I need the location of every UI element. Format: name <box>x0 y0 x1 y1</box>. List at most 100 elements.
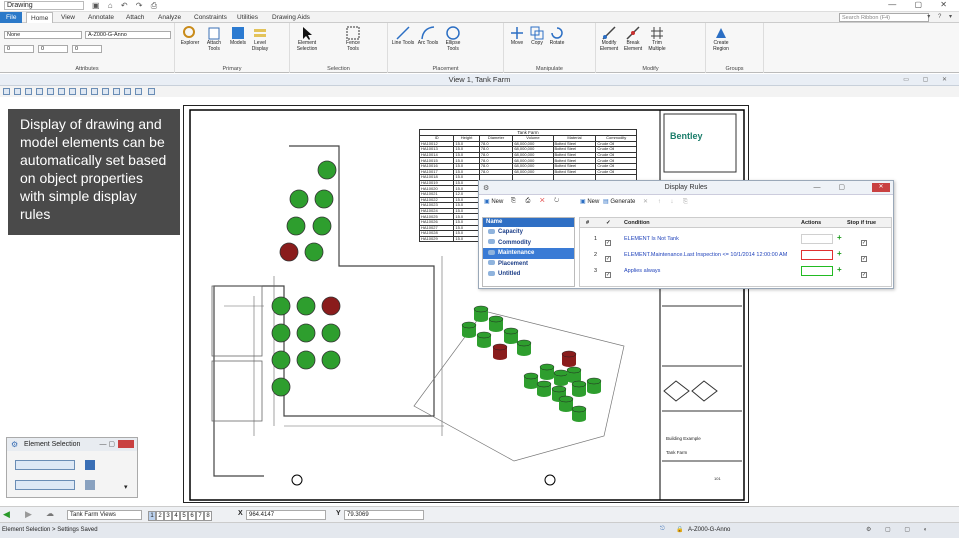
iso-tank[interactable] <box>566 366 582 383</box>
quick-access-toolbar[interactable]: ▣ ⌂ ↶ ↷ ⎙ <box>92 1 160 11</box>
saved-views-icon[interactable]: ☁ <box>46 509 54 518</box>
tab-attach[interactable]: Attach <box>126 12 144 23</box>
fit-view-icon[interactable] <box>69 88 76 95</box>
break-element-button[interactable]: Break Element <box>620 26 646 52</box>
rule-tools[interactable]: ✕ ↑ ↓ ⎘ <box>643 198 692 206</box>
iso-tank[interactable] <box>558 395 574 412</box>
tank-overdue[interactable] <box>279 242 299 262</box>
selection-mode-buttons[interactable] <box>15 480 75 490</box>
tank[interactable] <box>271 296 291 316</box>
rule-row[interactable]: 3 ✓ Applies always + ✓ <box>580 264 891 279</box>
create-region-button[interactable]: Create Region <box>708 26 734 52</box>
view-number-button[interactable]: 8 <box>204 511 212 521</box>
rule-condition[interactable]: ELEMENT Is Not Tank <box>624 236 679 242</box>
status-tray-icons[interactable]: ⚙ ▢ ▢ ◐ <box>866 526 933 533</box>
iso-tank[interactable] <box>571 405 587 422</box>
view-window-controls[interactable]: ▭ ▢ ✕ <box>903 76 953 83</box>
tab-constraints[interactable]: Constraints <box>194 12 227 23</box>
iso-tank[interactable] <box>571 380 587 397</box>
explorer-button[interactable]: Explorer <box>177 26 203 47</box>
window-area-icon[interactable] <box>58 88 65 95</box>
tank[interactable] <box>304 242 324 262</box>
saved-views-dropdown[interactable]: Tank Farm Views <box>67 510 142 520</box>
tank[interactable] <box>321 350 341 370</box>
tab-utilities[interactable]: Utilities <box>237 12 258 23</box>
ribbon-search-input[interactable]: Search Ribbon (F4) <box>839 13 929 22</box>
view-number-button[interactable]: 5 <box>180 511 188 521</box>
rule-action-swatch[interactable] <box>801 234 833 244</box>
view-tool-icon[interactable] <box>14 88 21 95</box>
iso-tank[interactable] <box>553 369 569 386</box>
lock-icon[interactable]: 🔒 <box>676 526 683 533</box>
iso-tank[interactable] <box>516 339 532 356</box>
selection-method-buttons[interactable] <box>15 460 75 470</box>
forward-arrow-icon[interactable]: ▶ <box>25 509 32 520</box>
view-number-button[interactable]: 1 <box>148 511 156 521</box>
tab-annotate[interactable]: Annotate <box>88 12 114 23</box>
ellipse-tools-button[interactable]: Ellipse Tools <box>440 26 466 52</box>
rule-set-item[interactable]: Placement <box>483 259 574 270</box>
iso-tank[interactable] <box>503 327 519 344</box>
iso-tank[interactable] <box>523 372 539 389</box>
rule-set-item[interactable]: Capacity <box>483 227 574 238</box>
rule-row[interactable]: 1 ✓ ELEMENT Is Not Tank + ✓ <box>580 232 891 247</box>
tank[interactable] <box>317 160 337 180</box>
ribbon-options-icon[interactable]: ▾ ? ▾ <box>927 13 955 20</box>
tank[interactable] <box>271 350 291 370</box>
view-tool-icon[interactable] <box>124 88 131 95</box>
tank[interactable] <box>296 296 316 316</box>
rule-set-tools[interactable]: ⎘ ⎙ ✕ ↻ <box>511 198 563 205</box>
tank[interactable] <box>314 189 334 209</box>
iso-tank-overdue[interactable] <box>492 343 508 360</box>
add-action-icon[interactable]: + <box>837 233 842 242</box>
tank-overdue[interactable] <box>321 296 341 316</box>
add-action-icon[interactable]: + <box>837 265 842 274</box>
iso-tank[interactable] <box>536 380 552 397</box>
modify-element-button[interactable]: Modify Element <box>596 26 622 52</box>
view-tool-icon[interactable] <box>148 88 155 95</box>
x-coordinate-field[interactable]: 964.4147 <box>246 510 326 520</box>
iso-tank[interactable] <box>461 321 477 338</box>
rule-action-swatch[interactable] <box>801 266 833 276</box>
weight-dropdown[interactable]: 0 <box>72 45 102 53</box>
display-rules-dialog[interactable]: Display Rules ⚙ — ▢ ✕ ▣ New ⎘ ⎙ ✕ ↻ ▣ Ne… <box>478 180 894 289</box>
view-number-button[interactable]: 3 <box>164 511 172 521</box>
tab-drawing-aids[interactable]: Drawing Aids <box>272 12 310 23</box>
iso-tank[interactable] <box>476 331 492 348</box>
rule-condition[interactable]: ELEMENT.Maintenance.Last Inspection <= 1… <box>624 252 787 258</box>
rules-grid[interactable]: # ✓ Condition Actions Stop if true 1 ✓ ELE… <box>579 217 892 287</box>
minimize-icon[interactable]: — ▢ <box>99 438 115 451</box>
fence-tools-button[interactable]: Fence Tools <box>340 26 366 52</box>
tank[interactable] <box>271 323 291 343</box>
selection-options-icon[interactable] <box>85 480 95 490</box>
pan-view-icon[interactable] <box>91 88 98 95</box>
tank[interactable] <box>271 377 291 397</box>
view-number-button[interactable]: 7 <box>196 511 204 521</box>
tab-home[interactable]: Home <box>26 12 54 23</box>
line-tools-button[interactable]: Line Tools <box>390 26 416 47</box>
view-tool-icon[interactable] <box>25 88 32 95</box>
rule-set-item[interactable]: Maintenance <box>483 248 574 259</box>
tank[interactable] <box>296 350 316 370</box>
level-display-button[interactable]: Level Display <box>247 26 273 52</box>
iso-tank-overdue[interactable] <box>561 350 577 367</box>
tank[interactable] <box>321 323 341 343</box>
zoom-out-icon[interactable] <box>47 88 54 95</box>
y-coordinate-field[interactable]: 79.3069 <box>344 510 424 520</box>
rule-set-item[interactable]: Commodity <box>483 238 574 249</box>
dialog-close-button[interactable]: ✕ <box>872 183 890 192</box>
expand-chevron-icon[interactable]: ▾ <box>124 483 128 491</box>
tank[interactable] <box>286 216 306 236</box>
view-previous-icon[interactable] <box>102 88 109 95</box>
dialog-window-controls[interactable]: — ▢ <box>813 183 853 191</box>
select-none-icon[interactable] <box>85 460 95 470</box>
new-rule-set-button[interactable]: ▣ New <box>484 198 503 205</box>
view-number-button[interactable]: 4 <box>172 511 180 521</box>
rotate-button[interactable]: Rotate <box>544 26 570 47</box>
tank[interactable] <box>296 323 316 343</box>
iso-tank[interactable] <box>488 315 504 332</box>
element-selection-panel[interactable]: ⚙ Element Selection — ▢ ▾ <box>6 437 138 498</box>
iso-tank[interactable] <box>473 305 489 322</box>
style-dropdown[interactable]: 0 <box>38 45 68 53</box>
rotate-view-icon[interactable] <box>80 88 87 95</box>
